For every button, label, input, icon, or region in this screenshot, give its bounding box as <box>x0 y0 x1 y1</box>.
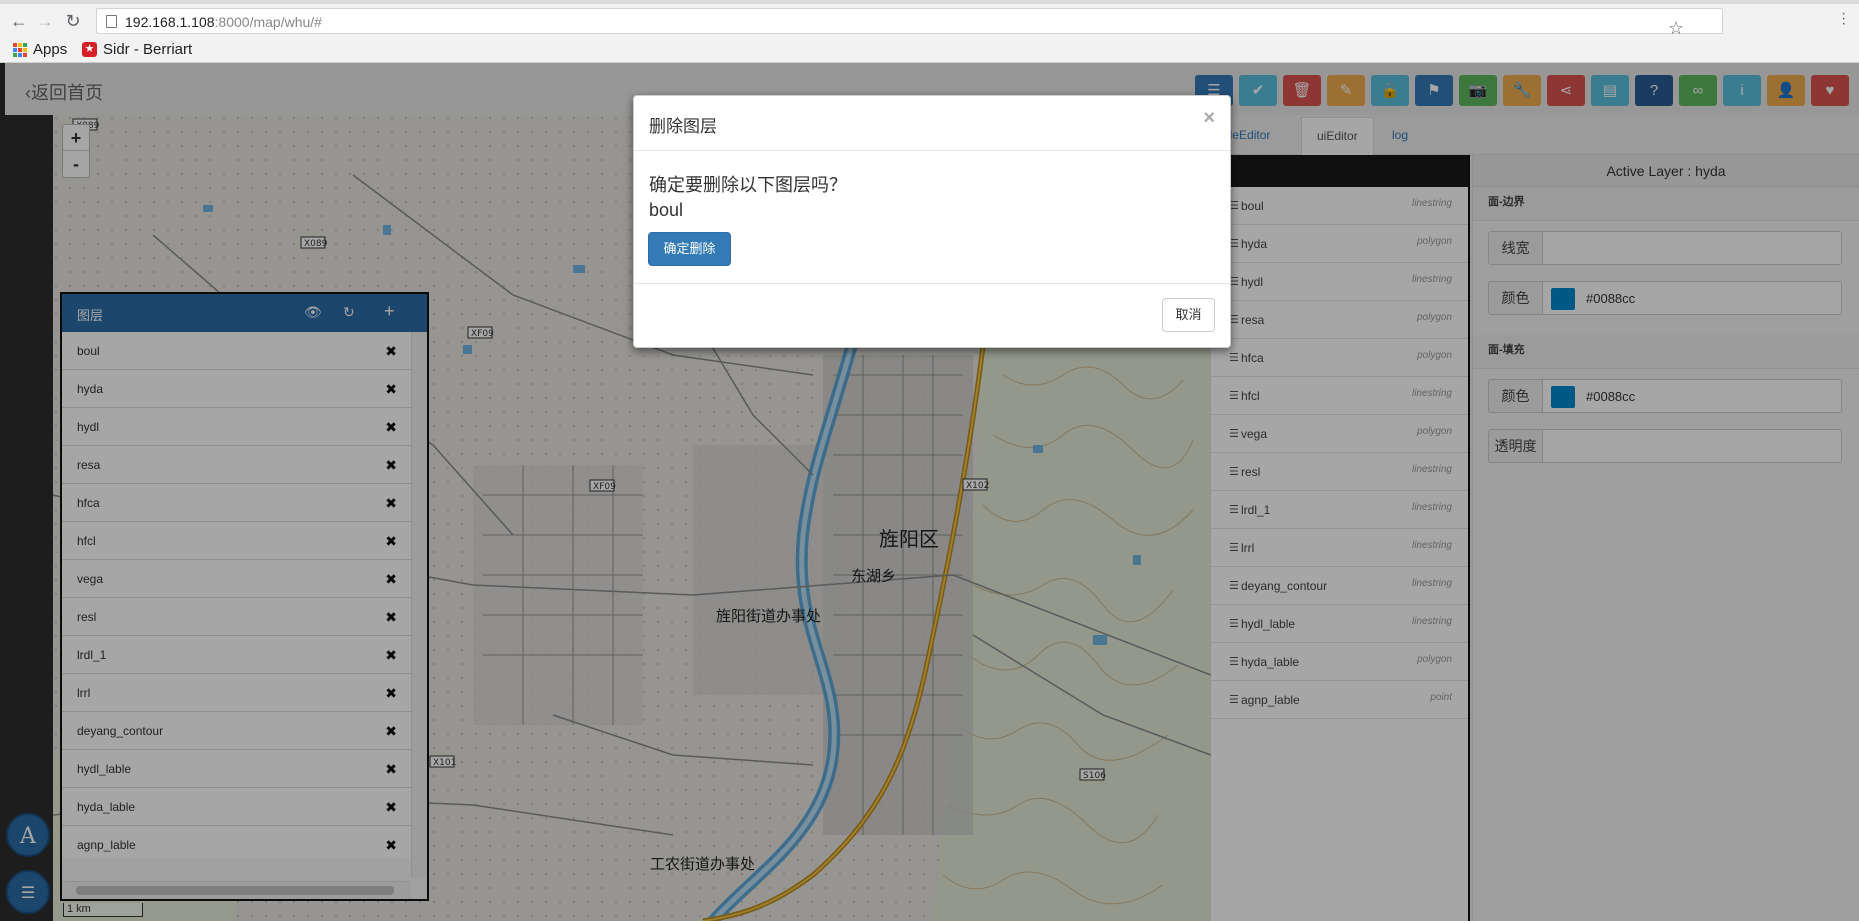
forward-arrow-icon[interactable]: → <box>34 10 56 32</box>
url-text: 192.168.1.108:8000/map/whu/# <box>125 14 322 30</box>
bookmark-sidr-label: Sidr - Berriart <box>103 41 193 58</box>
modal-question: 确定要删除以下图层吗？ <box>649 175 847 195</box>
modal-layer-name: boul <box>649 200 684 220</box>
bookmark-star-icon[interactable]: ☆ <box>1668 18 1684 39</box>
browser-menu-icon[interactable]: · · · <box>1841 6 1847 32</box>
modal-header: 删除图层 × <box>634 96 1230 151</box>
bookmarks-bar: Apps ★ Sidr - Berriart <box>0 38 1859 62</box>
browser-chrome: ← → ↻ 192.168.1.108:8000/map/whu/# ☆ · · ·… <box>0 0 1859 63</box>
back-arrow-icon[interactable]: ← <box>8 10 30 32</box>
bookmark-apps-label: Apps <box>33 41 68 58</box>
modal-title: 删除图层 <box>649 117 717 136</box>
apps-grid-icon <box>13 42 27 57</box>
bookmark-sidr[interactable]: ★ Sidr - Berriart <box>82 41 192 58</box>
tab-strip <box>0 0 1859 4</box>
reload-icon[interactable]: ↻ <box>62 10 84 32</box>
close-icon[interactable]: × <box>1203 107 1215 130</box>
confirm-delete-button[interactable]: 确定删除 <box>648 232 731 266</box>
modal-body: 确定要删除以下图层吗？ boul 确定删除 <box>634 151 1230 284</box>
cancel-button[interactable]: 取消 <box>1162 298 1215 332</box>
sidr-icon: ★ <box>82 42 97 57</box>
bookmark-apps[interactable]: Apps <box>13 41 67 58</box>
address-bar[interactable]: 192.168.1.108:8000/map/whu/# ☆ <box>96 8 1723 38</box>
page-icon <box>106 15 117 28</box>
delete-layer-modal: 删除图层 × 确定要删除以下图层吗？ boul 确定删除 取消 <box>633 95 1231 348</box>
modal-footer: 取消 <box>634 284 1230 347</box>
